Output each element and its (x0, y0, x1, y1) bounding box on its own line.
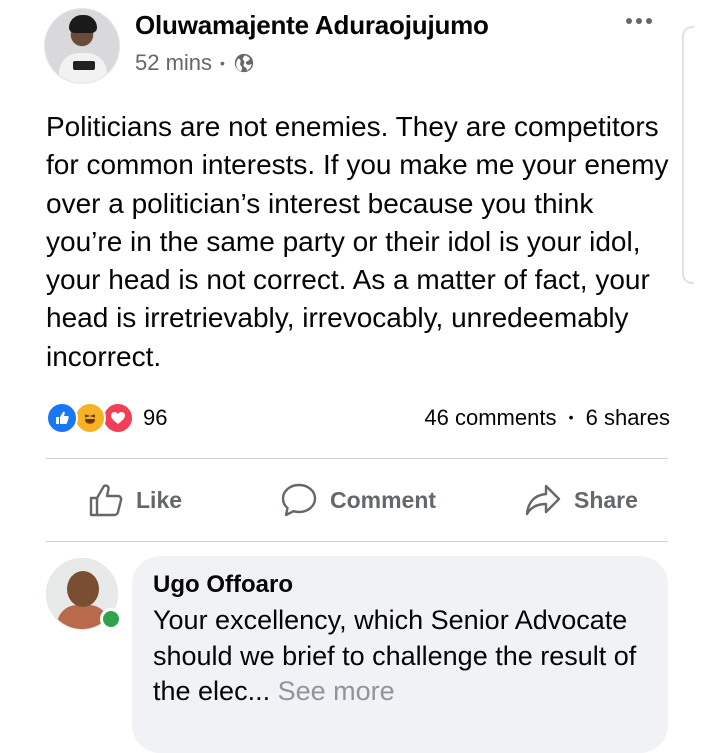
avatar-hair (69, 15, 97, 33)
divider-bottom (46, 541, 668, 542)
post-header: Oluwamajente Aduraojujumo 52 mins • (0, 0, 720, 100)
like-button[interactable]: Like (88, 472, 182, 528)
more-dot (636, 18, 642, 24)
reactions-summary[interactable]: 96 46 comments • 6 shares (46, 400, 670, 436)
comment-bubble[interactable]: Ugo Offoaro Your excellency, which Senio… (132, 556, 668, 753)
speech-bubble-icon (281, 483, 317, 517)
more-options-icon[interactable] (626, 10, 660, 32)
love-reaction-icon (102, 402, 134, 434)
comment-text: Your excellency, which Senior Advocate s… (153, 603, 648, 710)
shares-count[interactable]: 6 shares (586, 405, 670, 430)
like-label: Like (136, 486, 183, 513)
post-actions-bar: Like Comment Share (46, 472, 668, 528)
comment-button[interactable]: Comment (280, 472, 436, 528)
online-status-icon (100, 608, 122, 630)
like-reaction-icon (46, 402, 78, 434)
commenter-name[interactable]: Ugo Offoaro (153, 570, 648, 600)
comment-label: Comment (330, 486, 437, 513)
meta-separator: • (220, 55, 225, 71)
reaction-icons (46, 402, 138, 434)
haha-reaction-icon (74, 402, 106, 434)
reaction-count[interactable]: 96 (143, 405, 167, 431)
avatar-shirt-tag (73, 61, 95, 70)
comment-body: Your excellency, which Senior Advocate s… (153, 605, 637, 706)
comments-count[interactable]: 46 comments (424, 405, 556, 430)
counts-separator: • (568, 409, 574, 425)
post-body-text: Politicians are not enemies. They are co… (46, 111, 669, 372)
more-dot (626, 18, 632, 24)
author-name[interactable]: Oluwamajente Aduraojujumo (135, 10, 489, 41)
avatar-face (67, 571, 99, 607)
share-label: Share (574, 486, 638, 513)
see-more-link[interactable]: See more (278, 676, 395, 706)
thumbs-up-icon (89, 484, 123, 517)
more-dot (646, 18, 652, 24)
post-meta: 52 mins • (135, 50, 255, 76)
share-button[interactable]: Share (524, 472, 638, 528)
edge-scroll-bracket (682, 26, 694, 284)
divider-top (46, 458, 668, 459)
post-time[interactable]: 52 mins (135, 50, 212, 76)
share-arrow-icon (525, 484, 561, 516)
author-avatar[interactable] (44, 8, 120, 84)
globe-icon (234, 53, 254, 73)
engagement-counts: 46 comments • 6 shares (424, 405, 670, 431)
